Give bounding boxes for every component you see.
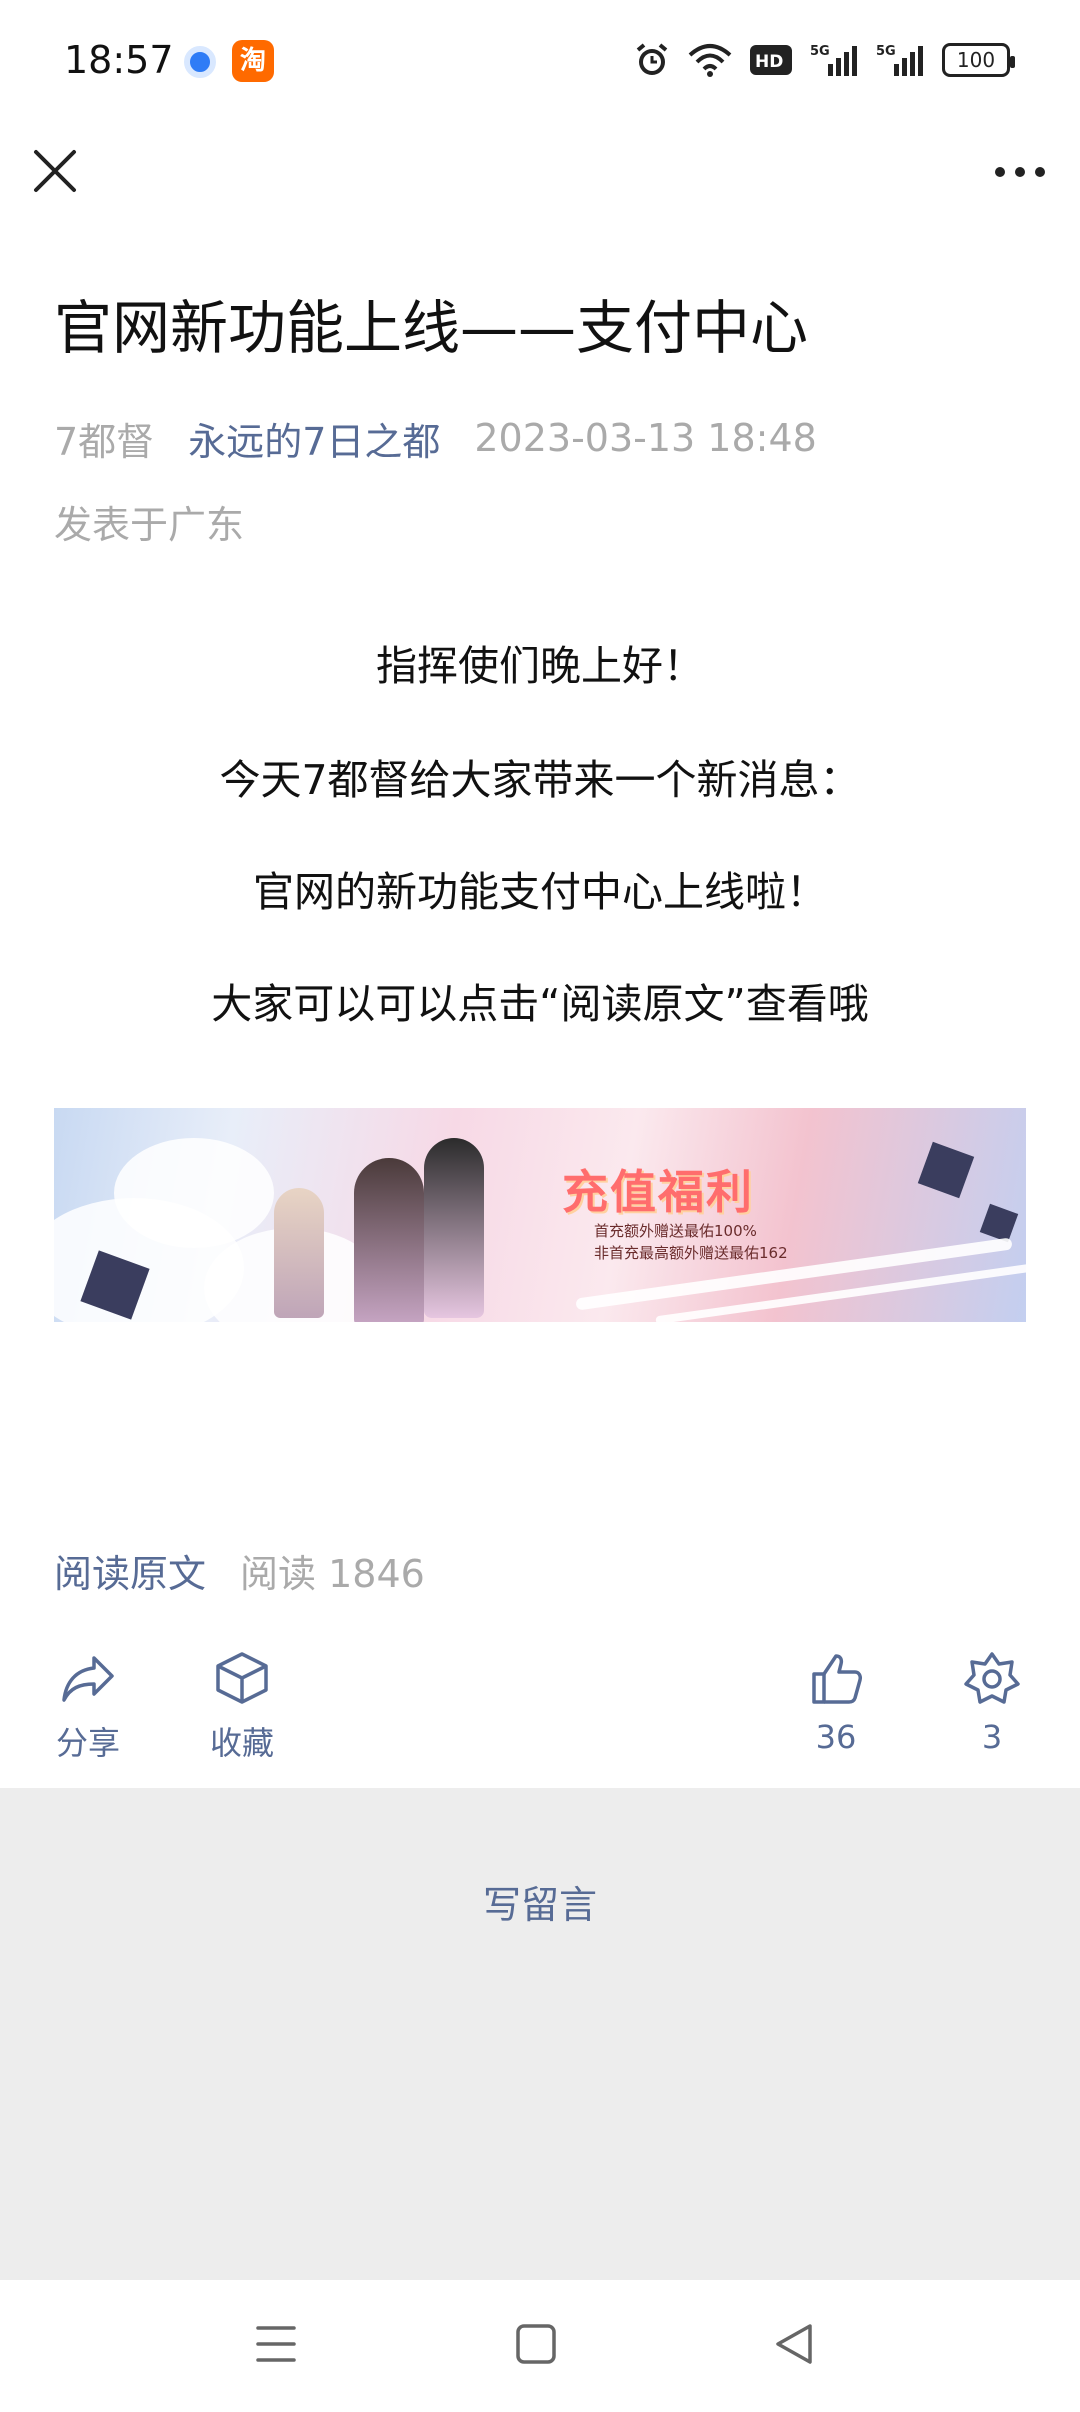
banner-title: 充值福利 (562, 1165, 754, 1219)
taobao-app-icon: 淘 (232, 40, 274, 82)
share-button[interactable]: 分享 (28, 1650, 148, 1764)
write-comment-button[interactable]: 写留言 (0, 1874, 1080, 1929)
banner-cloud (114, 1138, 274, 1248)
alarm-icon (636, 43, 668, 75)
paragraph: 大家可以可以点击“阅读原文”查看哦 (211, 980, 869, 1028)
article-title: 官网新功能上线——支付中心 (54, 294, 809, 362)
read-count: 阅读 1846 (240, 1551, 425, 1596)
svg-text:HD: HD (755, 52, 783, 72)
paragraph: 官网的新功能支付中心上线啦！ (253, 868, 827, 916)
status-bar: 18:57 淘 HD 5G 5G 100 (0, 0, 1080, 120)
banner-character (424, 1138, 484, 1318)
battery-icon: 100 (942, 43, 1015, 77)
signal-5g-icon-2: 5G (876, 44, 923, 76)
article-page: 18:57 淘 HD 5G 5G 100 官网新功能上线——支付中心 7都督 永… (0, 0, 1080, 2412)
paragraph: 今天7都督给大家带来一个新消息： (219, 756, 861, 804)
article-meta: 7都督 永远的7日之都 2023-03-13 18:48 (54, 412, 817, 464)
home-icon[interactable] (514, 2322, 558, 2366)
signal-5g-icon: 5G (810, 44, 857, 76)
share-label: 分享 (55, 1724, 120, 1762)
thumbs-up-icon (812, 1654, 862, 1704)
notification-app-icon (184, 46, 216, 78)
read-original-link[interactable]: 阅读原文 (54, 1543, 206, 1598)
like-count: 36 (815, 1718, 857, 1756)
favorite-button[interactable]: 收藏 (182, 1650, 302, 1764)
like-button[interactable]: 36 (776, 1650, 896, 1756)
account-name-link[interactable]: 永远的7日之都 (188, 411, 440, 466)
banner-character (274, 1188, 324, 1318)
status-time: 18:57 (64, 38, 174, 82)
banner-subtitle: 非首充最高额外赠送最佑162 (594, 1244, 788, 1262)
more-icon (995, 167, 1045, 177)
publish-date: 2023-03-13 18:48 (474, 416, 817, 460)
system-navigation-bar (0, 2280, 1080, 2412)
close-icon (34, 150, 76, 192)
favorite-label: 收藏 (209, 1724, 274, 1762)
read-row: 阅读原文 阅读 1846 (54, 1544, 425, 1596)
more-button[interactable] (990, 152, 1050, 192)
status-icons: HD 5G 5G 100 (634, 38, 1015, 82)
svg-text:5G: 5G (876, 44, 896, 59)
promo-banner-image[interactable]: 充值福利 首充额外赠送最佑100% 非首充最高额外赠送最佑162 (54, 1108, 1026, 1322)
banner-subtitle: 首充额外赠送最佑100% (594, 1222, 757, 1240)
banner-character (354, 1158, 424, 1322)
author-tag: 7都督 (54, 419, 155, 464)
banner-cube (917, 1141, 975, 1199)
wow-icon (964, 1652, 1020, 1704)
close-button[interactable] (30, 146, 80, 196)
back-icon[interactable] (772, 2322, 816, 2366)
hd-icon: HD (750, 45, 792, 75)
comment-area: 写留言 (0, 1788, 1080, 2280)
wow-count: 3 (981, 1718, 1003, 1756)
svg-text:5G: 5G (810, 44, 830, 59)
cube-icon (216, 1652, 268, 1704)
share-icon (62, 1656, 114, 1702)
wow-button[interactable]: 3 (932, 1650, 1052, 1756)
paragraph: 指挥使们晚上好！ (376, 642, 704, 690)
publish-location: 发表于广东 (54, 503, 245, 547)
banner-cube (979, 1203, 1019, 1243)
menu-icon[interactable] (256, 2322, 296, 2366)
wifi-icon (688, 44, 732, 77)
